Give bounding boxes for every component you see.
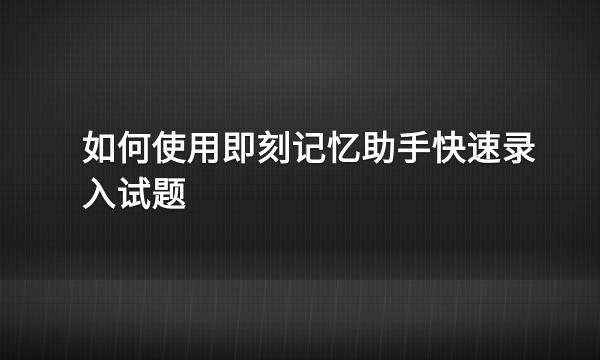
floor-texture <box>0 280 600 360</box>
cover-title: 如何使用即刻记忆助手快速录入试题 <box>82 129 537 215</box>
cover-image: 如何使用即刻记忆助手快速录入试题 <box>0 0 600 360</box>
